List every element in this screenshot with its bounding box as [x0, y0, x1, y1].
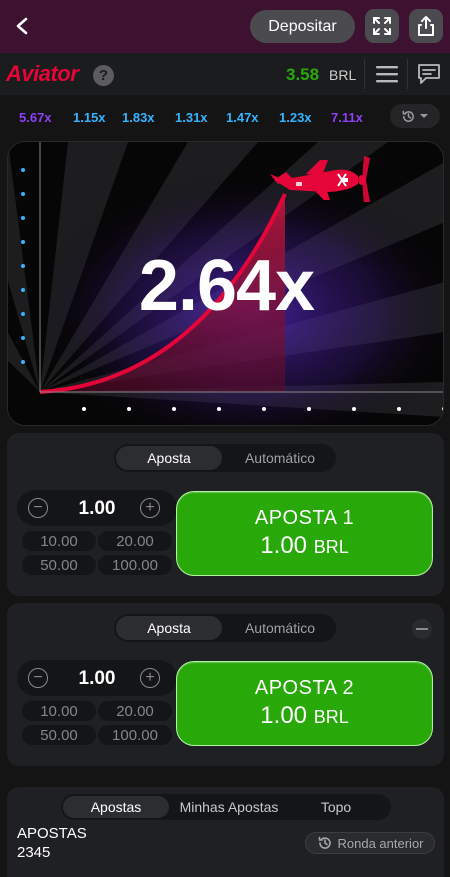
- game-canvas: 2.64x: [7, 141, 444, 426]
- share-button[interactable]: [409, 9, 443, 43]
- increase-button[interactable]: +: [140, 668, 160, 688]
- quick-amount-button[interactable]: 10.00: [22, 701, 96, 721]
- aviator-logo: Aviator: [6, 61, 79, 86]
- quick-amount-button[interactable]: 50.00: [22, 725, 96, 745]
- fullscreen-icon: [373, 17, 391, 35]
- minus-icon: −: [33, 669, 43, 686]
- tab-auto[interactable]: Automático: [228, 616, 332, 640]
- bet-amount-value[interactable]: 1.00: [57, 668, 137, 690]
- bets-title: APOSTAS: [17, 825, 87, 842]
- balance-value: 3.58: [286, 65, 320, 84]
- help-button[interactable]: ?: [93, 65, 114, 86]
- share-icon: [418, 16, 434, 36]
- tab-all-bets[interactable]: Apostas: [63, 796, 169, 818]
- game-header: Aviator ? 3.58 BRL: [0, 53, 450, 95]
- history-icon: [318, 836, 331, 849]
- balance-currency: BRL: [329, 67, 357, 83]
- history-multiplier: 1.83x: [122, 109, 155, 125]
- deposit-button[interactable]: Depositar: [250, 10, 355, 43]
- tab-auto[interactable]: Automático: [228, 446, 332, 470]
- minus-icon: −: [33, 499, 43, 516]
- bet-button-title: APOSTA 2: [254, 677, 355, 699]
- bets-list: Apostas Minhas Apostas Topo APOSTAS 2345…: [7, 787, 444, 877]
- tab-bet[interactable]: Aposta: [116, 446, 222, 470]
- bet-amount-stepper: − 1.00 +: [17, 490, 177, 526]
- decrease-button[interactable]: −: [28, 668, 48, 688]
- top-bar: Depositar: [0, 0, 450, 53]
- bet-amount-value[interactable]: 1.00: [57, 498, 137, 520]
- fullscreen-button[interactable]: [365, 9, 399, 43]
- bets-count: 2345: [17, 844, 51, 861]
- history-multiplier: 1.47x: [226, 109, 259, 125]
- history-multiplier: 7.11x: [331, 109, 363, 125]
- quick-amount-button[interactable]: 100.00: [98, 725, 172, 745]
- quick-amount-button[interactable]: 50.00: [22, 555, 96, 575]
- place-bet-button-2[interactable]: APOSTA 2 1.00 BRL: [176, 661, 433, 746]
- divider: [364, 59, 365, 89]
- history-multiplier: 1.15x: [73, 109, 106, 125]
- quick-amount-button[interactable]: 10.00: [22, 531, 96, 551]
- bets-list-tabs: Apostas Minhas Apostas Topo: [61, 794, 391, 820]
- quick-amount-button[interactable]: 100.00: [98, 555, 172, 575]
- quick-amount-button[interactable]: 20.00: [98, 531, 172, 551]
- chevron-down-icon: [420, 114, 428, 118]
- bet-mode-tabs: Aposta Automático: [114, 444, 336, 472]
- tab-top[interactable]: Topo: [291, 796, 381, 818]
- history-multiplier: 1.23x: [279, 109, 312, 125]
- place-bet-button-1[interactable]: APOSTA 1 1.00 BRL: [176, 491, 433, 576]
- remove-panel-button[interactable]: [412, 619, 432, 639]
- bet-button-amount: 1.00 BRL: [260, 532, 349, 559]
- bet-amount-stepper: − 1.00 +: [17, 660, 177, 696]
- plus-icon: +: [145, 499, 155, 516]
- chat-icon[interactable]: [417, 63, 441, 85]
- history-multiplier: 1.31x: [175, 109, 208, 125]
- menu-icon[interactable]: [376, 65, 398, 83]
- history-multiplier: 5.67x: [19, 109, 52, 125]
- tab-my-bets[interactable]: Minhas Apostas: [171, 796, 287, 818]
- history-toggle-button[interactable]: [390, 104, 440, 128]
- divider: [407, 59, 408, 89]
- minus-icon: [416, 628, 428, 630]
- previous-round-button[interactable]: Ronda anterior: [305, 832, 435, 854]
- decrease-button[interactable]: −: [28, 498, 48, 518]
- previous-round-label: Ronda anterior: [337, 835, 424, 851]
- back-button[interactable]: [8, 12, 36, 40]
- bet-button-amount: 1.00 BRL: [260, 702, 349, 729]
- multiplier-history: 5.67x 1.15x 1.83x 1.31x 1.47x 1.23x 7.11…: [0, 95, 450, 137]
- current-multiplier: 2.64x: [138, 246, 315, 326]
- airplane-icon: [270, 156, 370, 202]
- bet-panel-1: Aposta Automático − 1.00 + 10.00 20.00 5…: [7, 433, 444, 596]
- quick-amount-button[interactable]: 20.00: [98, 701, 172, 721]
- plus-icon: +: [145, 669, 155, 686]
- tab-bet[interactable]: Aposta: [116, 616, 222, 640]
- increase-button[interactable]: +: [140, 498, 160, 518]
- history-icon: [402, 110, 414, 122]
- bet-panel-2: Aposta Automático − 1.00 + 10.00 20.00 5…: [7, 603, 444, 766]
- bet-mode-tabs: Aposta Automático: [114, 614, 336, 642]
- bet-button-title: APOSTA 1: [254, 507, 355, 529]
- chevron-left-icon: [16, 17, 28, 35]
